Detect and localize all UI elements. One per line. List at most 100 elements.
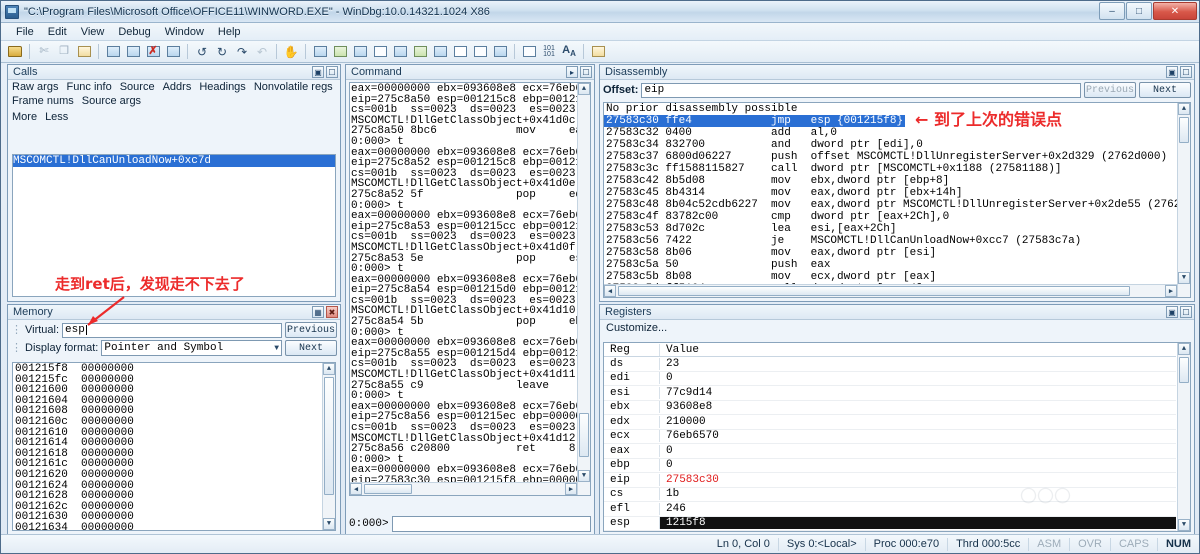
cut-icon[interactable]: ✄ (35, 43, 53, 61)
scratch-pad-icon[interactable] (451, 43, 469, 61)
options-icon[interactable] (589, 43, 607, 61)
register-row[interactable]: esp 1215f8 (604, 517, 1176, 531)
menu-item-help[interactable]: Help (211, 25, 248, 39)
scroll-up-icon[interactable]: ▲ (1178, 343, 1190, 355)
command-icon[interactable]: ▸ (566, 66, 578, 78)
calls-window-icon[interactable] (411, 43, 429, 61)
scroll-left-icon[interactable]: ◀ (604, 285, 616, 297)
disassembly-row[interactable]: 27583c56 7422 je MSCOMCTL!DllCanUnloadNo… (604, 235, 1190, 247)
disassembly-row[interactable]: 27583c37 6800d06227 push offset MSCOMCTL… (604, 151, 1190, 163)
close-icon[interactable]: ✖ (326, 306, 338, 318)
disassembly-vertical-scrollbar[interactable]: ▲ ▼ (1177, 103, 1190, 297)
command-window-icon[interactable] (311, 43, 329, 61)
scroll-right-icon[interactable]: ▶ (1165, 285, 1177, 297)
disassembly-row[interactable]: 27583c58 8b06 mov eax,dword ptr [esi] (604, 247, 1190, 259)
maximize-button[interactable]: □ (1126, 2, 1152, 20)
step-over-icon[interactable] (124, 43, 142, 61)
numbers-icon[interactable]: 101 101 (540, 43, 558, 61)
disassembly-row[interactable]: 27583c3c ff1588115827 call dword ptr [MS… (604, 163, 1190, 175)
disassembly-row[interactable]: 27583c5a 50 push eax (604, 259, 1190, 271)
paste-icon[interactable] (75, 43, 93, 61)
calls-frame-row[interactable]: MSCOMCTL!DllCanUnloadNow+0xc7d (13, 155, 335, 167)
calls-option-source[interactable]: Source (120, 81, 155, 93)
scroll-right-icon[interactable]: ▶ (565, 483, 577, 495)
register-row[interactable]: esi 77c9d14 (604, 386, 1176, 401)
restore-icon[interactable]: ▦ (312, 306, 324, 318)
calls-option-headings[interactable]: Headings (199, 81, 245, 93)
registers-scroll-thumb[interactable] (1179, 357, 1189, 383)
disassembly-horizontal-scrollbar[interactable]: ◀ ▶ (604, 284, 1177, 297)
close-icon[interactable]: ☐ (1180, 66, 1192, 78)
close-icon[interactable]: ☐ (1180, 306, 1192, 318)
register-row[interactable]: ebx 93608e8 (604, 401, 1176, 415)
scroll-up-icon[interactable]: ▲ (578, 83, 590, 95)
restore-icon[interactable]: ▣ (1166, 66, 1178, 78)
close-button[interactable]: ✕ (1153, 2, 1197, 20)
run-to-cursor-icon[interactable]: ↶ (253, 43, 271, 61)
calls-option-nonvolatile-regs[interactable]: Nonvolatile regs (254, 81, 333, 93)
minimize-button[interactable]: – (1099, 2, 1125, 20)
disassembly-row[interactable]: 27583c42 8b5d08 mov ebx,dword ptr [ebp+8… (604, 175, 1190, 187)
menu-item-edit[interactable]: Edit (41, 25, 74, 39)
watch-window-icon[interactable] (331, 43, 349, 61)
disassembly-previous-button[interactable]: Previous (1084, 82, 1136, 98)
disassembly-row[interactable]: 27583c34 832700 and dword ptr [edi],0 (604, 139, 1190, 151)
register-value[interactable]: 0 (659, 459, 1176, 472)
register-row[interactable]: edx 210000 (604, 415, 1176, 430)
memory-dump[interactable]: 001215f8 00000000 001215fc 00000000 001216… (12, 362, 336, 531)
disassembly-row[interactable]: 27583c48 8b04c52cdb6227 mov eax,dword pt… (604, 199, 1190, 211)
registers-customize-link[interactable]: Customize... (606, 322, 667, 334)
register-value[interactable]: 1215f8 (659, 517, 1176, 530)
memory-format-select[interactable]: Pointer and Symbol ▼ (101, 340, 282, 356)
memory-previous-button[interactable]: Previous (285, 322, 337, 338)
font-icon[interactable]: AA (560, 43, 578, 61)
scroll-left-icon[interactable]: ◀ (350, 483, 362, 495)
step-into-icon[interactable] (104, 43, 122, 61)
register-row[interactable]: eax 0 (604, 444, 1176, 459)
register-value[interactable]: 0 (659, 444, 1176, 457)
calls-option-addrs[interactable]: Addrs (163, 81, 192, 93)
command-vertical-scrollbar[interactable]: ▲ ▼ (577, 83, 590, 495)
register-row[interactable]: ds 23 (604, 357, 1176, 372)
calls-option-raw-args[interactable]: Raw args (12, 81, 58, 93)
register-row[interactable]: edi 0 (604, 372, 1176, 386)
calls-option-more[interactable]: More (12, 111, 37, 123)
register-value[interactable]: 23 (659, 357, 1176, 370)
step-out-trace-icon[interactable]: ↻ (213, 43, 231, 61)
memory-next-button[interactable]: Next (285, 340, 337, 356)
disassembly-scroll-thumb[interactable] (1179, 117, 1189, 143)
register-value[interactable]: 210000 (659, 415, 1176, 428)
disassembly-row[interactable]: 27583c53 8d702c lea esi,[eax+2Ch] (604, 223, 1190, 235)
copy-icon[interactable]: ❐ (55, 43, 73, 61)
memory-scroll-thumb[interactable] (324, 377, 334, 495)
register-value[interactable]: 0 (659, 372, 1176, 385)
scroll-down-icon[interactable]: ▼ (1178, 519, 1190, 531)
register-value[interactable]: 76eb6570 (659, 430, 1176, 443)
disassembly-next-button[interactable]: Next (1139, 82, 1191, 98)
disassembly-offset-input[interactable]: eip (641, 82, 1081, 98)
scroll-down-icon[interactable]: ▼ (578, 470, 590, 482)
locals-window-icon[interactable] (351, 43, 369, 61)
hand-break-icon[interactable]: ✋ (282, 43, 300, 61)
disassembly-row[interactable]: 27583c5b 8b08 mov ecx,dword ptr [eax] (604, 271, 1190, 283)
close-icon[interactable]: ☐ (326, 66, 338, 78)
processes-icon[interactable] (471, 43, 489, 61)
disassembly-row[interactable]: 27583c4f 83782c00 cmp dword ptr [eax+2Ch… (604, 211, 1190, 223)
register-value[interactable]: 77c9d14 (659, 386, 1176, 399)
scroll-up-icon[interactable]: ▲ (1178, 103, 1190, 115)
scroll-up-icon[interactable]: ▲ (323, 363, 335, 375)
source-mode-icon[interactable] (520, 43, 538, 61)
restore-icon[interactable]: ▣ (1166, 306, 1178, 318)
menu-item-file[interactable]: File (9, 25, 41, 39)
threads-icon[interactable] (491, 43, 509, 61)
disassembly-row[interactable]: 27583c30 ffe4 jmp esp {001215f8} (604, 115, 906, 127)
command-output[interactable]: eax=00000000 ebx=093608e8 ecx=76eb657 eip… (349, 82, 591, 496)
command-scroll-thumb[interactable] (579, 413, 589, 457)
calls-option-frame-nums[interactable]: Frame nums (12, 95, 74, 107)
calls-option-less[interactable]: Less (45, 111, 68, 123)
break-icon[interactable] (164, 43, 182, 61)
register-row[interactable]: ecx 76eb6570 (604, 430, 1176, 444)
registers-vertical-scrollbar[interactable]: ▲ ▼ (1177, 343, 1190, 531)
disassembly-hscroll-thumb[interactable] (618, 286, 1130, 296)
step-over-trace-icon[interactable]: ↷ (233, 43, 251, 61)
